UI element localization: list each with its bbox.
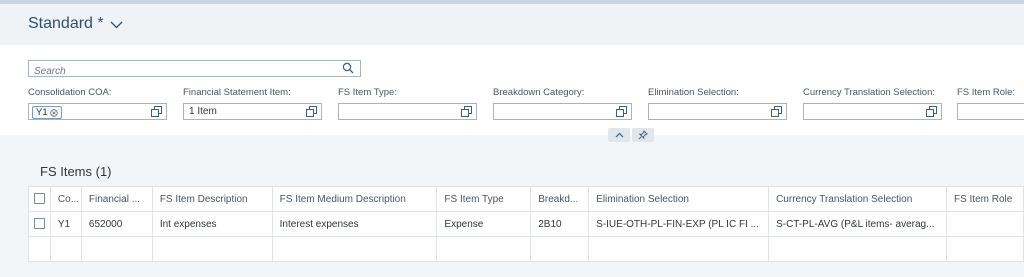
select-all-cell[interactable] [28,186,51,212]
clear-token-icon[interactable] [49,108,58,117]
fs-items-table: Co... Financial ... FS Item Description … [28,186,1024,262]
filter-label-currency-translation: Currency Translation Selection: [803,87,936,98]
column-header[interactable]: Elimination Selection [588,186,770,212]
page-header [0,0,1024,45]
row-select-cell[interactable] [28,211,51,237]
filter-label-elimination-selection: Elimination Selection: [648,87,739,98]
value-help-icon[interactable] [616,106,627,117]
chevron-down-icon[interactable] [110,21,123,29]
column-header[interactable]: FS Item Medium Description [271,186,438,212]
column-header[interactable]: Financial ... [80,186,153,212]
consolidation-coa-field[interactable]: Y1 [28,103,167,120]
column-header[interactable]: FS Item Type [436,186,532,212]
column-header[interactable]: Breakd... [530,186,590,212]
table-header-row: Co... Financial ... FS Item Description … [28,186,1024,212]
row-checkbox[interactable] [33,218,45,230]
filter-label-fs-item-role: FS Item Role: [957,87,1016,98]
search-input[interactable] [29,64,334,79]
value-help-icon[interactable] [306,106,317,117]
variant-management[interactable]: Standard * [28,15,123,33]
breakdown-category-field[interactable] [493,103,632,120]
table-cell: Int expenses [151,211,273,237]
filterbar-controls [608,128,654,142]
value-help-icon[interactable] [771,106,782,117]
filter-label-consolidation-coa: Consolidation COA: [28,87,112,98]
table-row[interactable]: Y1 652000 Int expenses Interest expenses… [28,211,1024,237]
fs-item-field[interactable]: 1 Item [183,103,322,120]
value-help-icon[interactable] [151,106,162,117]
table-cell: Expense [436,211,532,237]
table-cell [945,211,1024,237]
table-title: FS Items (1) [40,164,112,179]
column-header[interactable]: Currency Translation Selection [768,186,947,212]
fs-item-role-field[interactable] [957,103,1024,120]
fs-item-type-field[interactable] [338,103,477,120]
pin-icon [638,130,648,140]
variant-title: Standard * [28,15,104,32]
column-header[interactable]: FS Item Description [151,186,273,212]
value-help-icon[interactable] [461,106,472,117]
select-all-checkbox[interactable] [33,193,45,205]
elimination-selection-field[interactable] [648,103,787,120]
collapse-header-button[interactable] [608,128,630,142]
table-cell: Y1 [49,211,82,237]
filter-label-breakdown-category: Breakdown Category: [493,87,585,98]
table-cell: S-CT-PL-AVG (P&L items- averag... [768,211,947,237]
chevron-up-icon [615,132,623,138]
filter-token[interactable]: Y1 [32,106,62,119]
pin-header-button[interactable] [632,128,654,142]
filter-label-fs-item-type: FS Item Type: [338,87,397,98]
table-cell: 652000 [80,211,153,237]
currency-translation-field[interactable] [803,103,942,120]
value-help-icon[interactable] [926,106,937,117]
column-header[interactable]: FS Item Role [945,186,1024,212]
table-cell: 2B10 [530,211,590,237]
table-cell: Interest expenses [271,211,438,237]
table-cell: S-IUE-OTH-PL-FIN-EXP (PL IC FI ... [588,211,770,237]
search-icon[interactable] [342,62,354,74]
table-row-empty [28,236,1024,262]
filter-bar: Consolidation COA: Financial Statement I… [0,45,1024,135]
search-field[interactable] [28,60,361,79]
fs-item-value: 1 Item [189,106,217,117]
token-text: Y1 [36,107,48,118]
filter-label-fs-item: Financial Statement Item: [183,87,291,98]
column-header[interactable]: Co... [49,186,82,212]
